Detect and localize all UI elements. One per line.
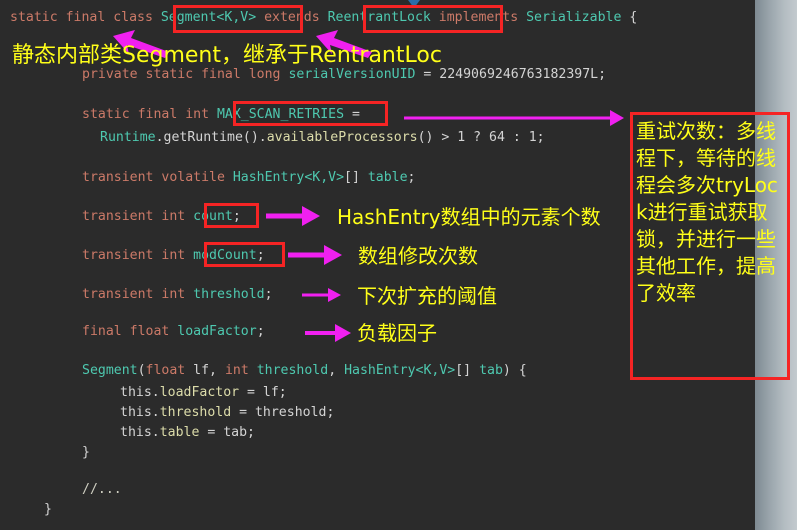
token-keyword: transient volatile [82,170,233,185]
arrow-to-count-note-icon [266,206,322,226]
token-field-modcount: modCount [193,248,257,263]
token-this: this. [120,405,160,420]
token-brace: ) { [502,363,527,378]
token-keyword: static final int [82,107,217,122]
token-serialversionuid: serialVersionUID [288,67,416,82]
token-field-loadfactor: loadFactor [177,324,257,339]
token-keyword-int: int [224,363,249,378]
token-keyword-extends: extends [256,10,328,25]
token-assign: = lf; [239,385,287,400]
token-assign: = [344,107,360,122]
token-value: = 2249069246763182397L; [415,67,607,82]
token-param-lf: lf, [185,363,225,378]
arrow-to-threshold-note-icon [302,288,346,302]
token-type-serializable: Serializable [526,10,622,25]
token-field-table: table [367,170,408,185]
token-call: .getRuntime(). [155,130,267,145]
annotation-modcount: 数组修改次数 [358,244,478,268]
token-field-table: table [159,425,200,440]
code-line-15: //... [82,480,797,499]
code-line-12: this.threshold = threshold; [120,403,797,422]
token-field-count: count [193,209,233,224]
annotation-retry-count-text: 重试次数：多线程下，等待的线程会多次tryLock进行重试获取锁，并进行一些其他… [636,119,778,305]
token-expr: () > 1 ? 64 : 1; [417,130,545,145]
token-semicolon: ; [232,209,241,224]
token-method-availableprocessors: availableProcessors [266,130,418,145]
token-type-hashentry: HashEntry<K,V> [232,170,345,185]
token-semicolon: ; [256,324,265,339]
token-keyword-implements: implements [430,10,527,25]
token-this: this. [120,385,160,400]
token-close-brace: } [44,502,52,517]
token-keyword: final float [82,324,178,339]
token-max-scan-retries: MAX_SCAN_RETRIES [216,107,345,122]
token-comma: , [328,363,345,378]
token-param-threshold: threshold [256,363,329,378]
token-keyword: private static final long [82,67,289,82]
token-constructor-segment: Segment [82,363,138,378]
code-line-16: } [44,500,797,519]
arrow-to-modcount-note-icon [288,245,344,265]
token-keyword: static final class [10,10,161,25]
token-assign: = threshold; [231,405,335,420]
annotation-threshold: 下次扩充的阈值 [357,284,497,308]
token-field-loadfactor: loadFactor [159,385,240,400]
annotation-loadfactor: 负载因子 [357,321,437,345]
token-paren: ( [137,363,146,378]
code-screenshot: static final class Segment<K,V> extends … [0,0,797,530]
annotation-count: HashEntry数组中的元素个数 [337,205,601,229]
token-keyword: transient int [82,209,194,224]
code-line-1: static final class Segment<K,V> extends … [10,8,765,27]
token-semicolon: ; [407,170,416,185]
code-line-13: this.table = tab; [120,423,797,442]
arrow-to-retry-note-icon [404,110,626,126]
token-comment: //... [82,482,122,497]
token-keyword: transient int [82,287,194,302]
token-this: this. [120,425,160,440]
token-semicolon: ; [264,287,273,302]
code-line-14: } [82,443,797,462]
token-array: [] [344,170,368,185]
token-field-threshold: threshold [159,405,232,420]
token-field-threshold: threshold [193,287,265,302]
token-assign: = tab; [199,425,255,440]
token-close-brace: } [82,445,90,460]
token-keyword-float: float [145,363,186,378]
token-keyword: transient int [82,248,194,263]
token-type-segment: Segment<K,V> [160,10,257,25]
arrow-to-loadfactor-note-icon [305,324,355,342]
token-param-tab: tab [479,363,503,378]
annotation-segment-class: 静态内部类Segment，继承于RentrantLoc [12,43,442,68]
token-type-runtime: Runtime [100,130,156,145]
token-brace: { [621,10,638,25]
code-line-11: this.loadFactor = lf; [120,383,797,402]
token-array: [] [455,363,480,378]
token-semicolon: ; [256,248,265,263]
token-type-reentrantlock: ReentrantLock [327,10,431,25]
token-type-hashentry: HashEntry<K,V> [344,363,456,378]
